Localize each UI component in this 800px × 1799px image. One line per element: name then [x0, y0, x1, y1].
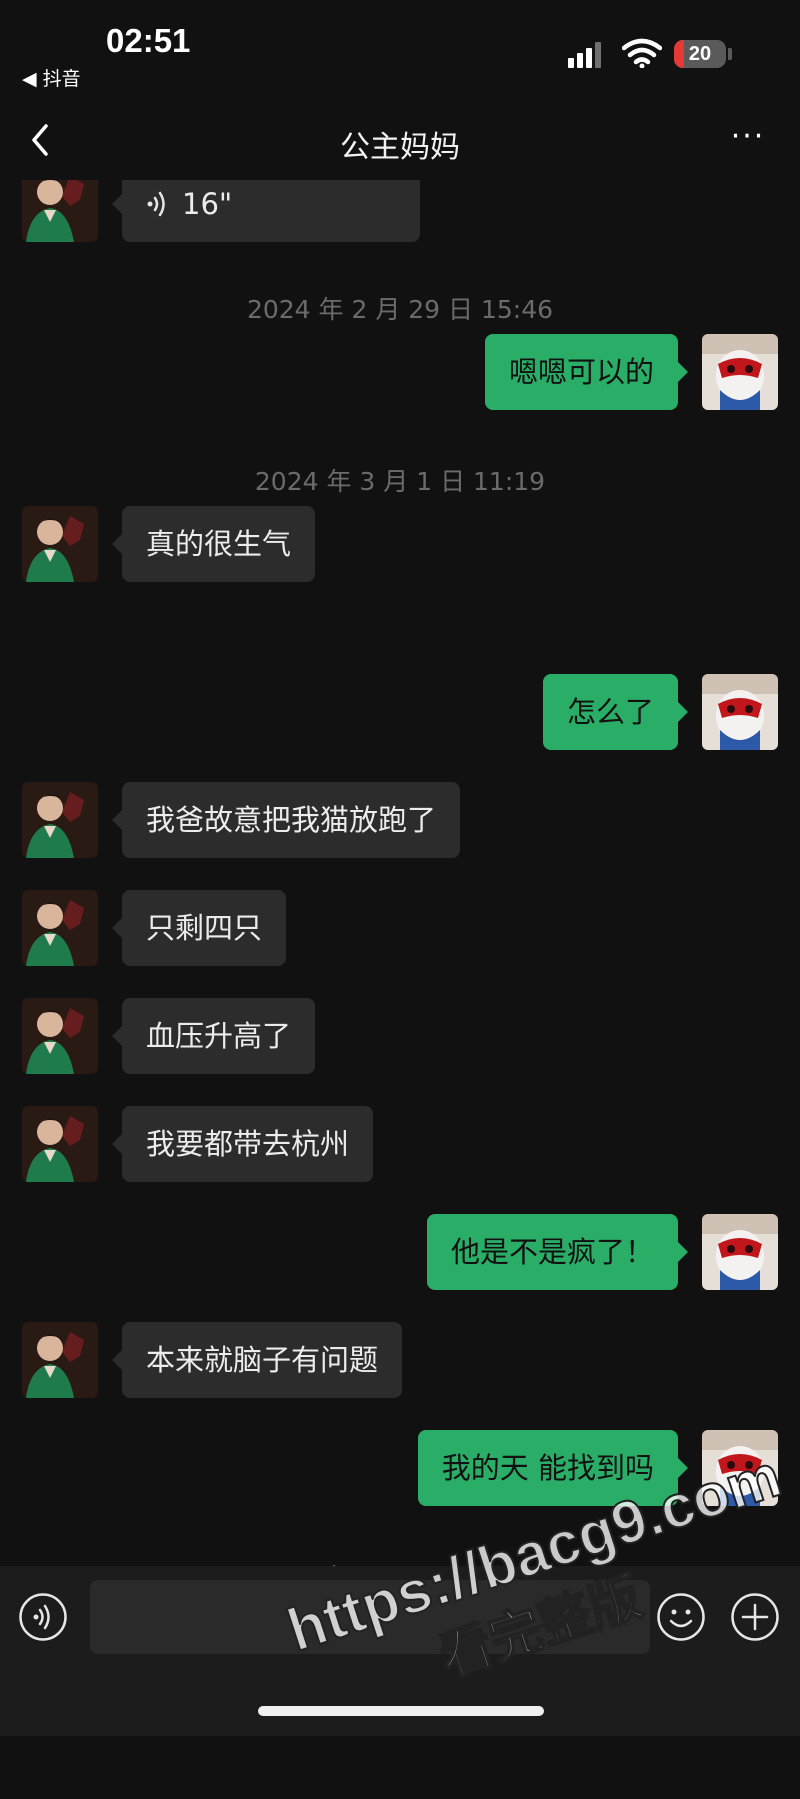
timestamp: 2024 年 3 月 1 日 11:33: [0, 1558, 800, 1566]
outgoing-message: 我的天 能找到吗: [0, 1430, 800, 1506]
message-bubble[interactable]: 嗯嗯可以的: [484, 334, 689, 410]
message-bubble[interactable]: 我爸故意把我猫放跑了: [111, 782, 461, 858]
voice-message-bubble[interactable]: 16": [112, 180, 420, 242]
emoji-icon[interactable]: [656, 1592, 706, 1642]
voice-wave-icon: [147, 191, 165, 217]
battery-percent: 20: [688, 43, 712, 65]
more-dots-icon[interactable]: ···: [726, 122, 770, 156]
contact-avatar[interactable]: [22, 180, 98, 242]
voice-input-icon[interactable]: [18, 1592, 68, 1642]
incoming-message: 我要都带去杭州: [0, 1106, 800, 1182]
message-bubble[interactable]: 怎么了: [542, 674, 689, 750]
message-bubble[interactable]: 真的很生气: [111, 506, 316, 582]
status-bar: 02:51 ◀ 抖音 20: [0, 0, 800, 90]
message-bubble[interactable]: 他是不是疯了！: [426, 1214, 689, 1290]
contact-avatar[interactable]: [22, 506, 98, 582]
timestamp: 2024 年 3 月 1 日 11:19: [254, 467, 546, 496]
battery-tip: [728, 48, 732, 60]
cellular-signal-icon: [568, 42, 608, 68]
my-avatar[interactable]: [702, 674, 778, 750]
chat-title: 公主妈妈: [340, 130, 460, 165]
incoming-message: 血压升高了: [0, 998, 800, 1074]
chat-header: 公主妈妈 ···: [0, 100, 800, 180]
outgoing-message: 他是不是疯了！: [0, 1214, 800, 1290]
input-bar: [0, 1566, 800, 1736]
contact-avatar[interactable]: [22, 1322, 98, 1398]
back-to-app-link[interactable]: ◀ 抖音: [22, 64, 81, 91]
wifi-icon: [622, 38, 662, 68]
incoming-message: 我爸故意把我猫放跑了: [0, 782, 800, 858]
message-input[interactable]: [90, 1580, 650, 1654]
outgoing-message: 怎么了: [0, 674, 800, 750]
contact-avatar[interactable]: [22, 1106, 98, 1182]
timestamp: 2024 年 2 月 29 日 15:46: [246, 295, 554, 324]
timestamp-row: 2024 年 3 月 1 日 11:33: [0, 1548, 800, 1566]
message-bubble[interactable]: 本来就脑子有问题: [111, 1322, 403, 1398]
my-avatar[interactable]: [702, 334, 778, 410]
voice-duration: 16": [182, 187, 233, 221]
my-avatar[interactable]: [702, 1430, 778, 1506]
battery-icon: 20: [674, 40, 726, 68]
incoming-message: 本来就脑子有问题: [0, 1322, 800, 1398]
outgoing-message: 嗯嗯可以的: [0, 334, 800, 410]
contact-avatar[interactable]: [22, 782, 98, 858]
message-bubble[interactable]: 我要都带去杭州: [111, 1106, 374, 1182]
message-bubble[interactable]: 血压升高了: [111, 998, 316, 1074]
home-indicator: [258, 1706, 544, 1716]
incoming-message: 16": [0, 180, 800, 242]
message-list[interactable]: 16" 2024 年 2 月 29 日 15:46 嗯嗯可以的 2024 年 3 月 …: [0, 180, 800, 1566]
message-bubble[interactable]: 只剩四只: [111, 890, 287, 966]
my-avatar[interactable]: [702, 1214, 778, 1290]
contact-avatar[interactable]: [22, 890, 98, 966]
message-bubble[interactable]: 我的天 能找到吗: [417, 1430, 689, 1506]
incoming-message: 真的很生气: [0, 506, 800, 582]
contact-avatar[interactable]: [22, 998, 98, 1074]
incoming-message: 只剩四只: [0, 890, 800, 966]
plus-icon[interactable]: [730, 1592, 780, 1642]
status-time: 02:51: [106, 22, 191, 59]
